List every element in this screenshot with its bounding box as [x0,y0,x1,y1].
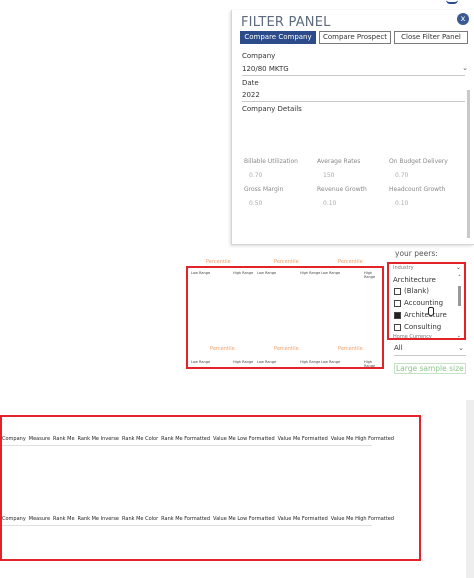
table-header-divider [2,525,372,526]
company-dropdown[interactable]: 120/80 MKTG [242,65,289,73]
metric-label: Gross Margin [244,186,284,193]
column-header[interactable]: Value Me Low Formatted [213,436,275,442]
close-icon[interactable]: x [457,13,469,25]
date-underline [242,101,465,102]
high-range-label: High Range [364,360,376,368]
metric-value: 0.10 [323,200,337,207]
company-label: Company [242,52,276,60]
data-table-panel: Company Measure Rank Me Rank Me Inverse … [0,415,421,561]
currency-underline [394,355,466,356]
high-range-label: High Range [364,271,376,279]
low-range-label: Low Range [321,271,341,275]
large-sample-badge: Large sample size [394,363,466,374]
low-range-label: Low Range [191,360,211,364]
industry-item-architecture[interactable]: Architecture [394,311,447,319]
column-header[interactable]: Rank Me Inverse [78,436,119,442]
tab-compare-company[interactable]: Compare Company [240,31,316,44]
checkbox-icon[interactable] [394,299,401,307]
checkbox-icon[interactable] [394,287,401,295]
percentile-label: Percentile [210,346,235,352]
home-currency-label: Home Currency [393,334,432,340]
background-panel [466,400,474,578]
filter-panel: FILTER PANEL x Compare Company Compare P… [231,10,474,245]
date-dropdown[interactable]: 2022 [242,91,260,99]
column-header[interactable]: Rank Me Formatted [161,436,210,442]
industry-header: Industry [393,265,414,271]
chevron-down-icon[interactable]: ⌄ [456,264,461,271]
industry-item-label: (Blank) [404,287,429,295]
industry-scrollbar[interactable] [458,286,461,306]
percentile-label: Percentile [274,259,299,265]
column-header[interactable]: Rank Me Color [122,436,158,442]
percentile-label: Percentile [338,259,363,265]
industry-item-label: Consulting [404,323,442,331]
percentile-panel: Percentile Percentile Percentile Low Ran… [186,259,384,369]
metric-value: 0.70 [395,172,409,179]
column-header[interactable]: Rank Me [53,516,74,522]
metric-label: Revenue Growth [317,186,367,193]
low-range-label: Low Range [257,271,277,275]
filter-panel-title: FILTER PANEL [241,15,331,30]
metric-label: On Budget Delivery [389,158,448,165]
metric-value: 0.10 [395,200,409,207]
metric-value: 0.50 [249,200,263,207]
close-filter-panel-button[interactable]: Close Filter Panel [394,31,468,44]
peers-text: your peers: [395,249,438,258]
currency-dropdown[interactable]: All [394,344,466,352]
metric-value: 150 [323,172,335,179]
tab-compare-prospect[interactable]: Compare Prospect [319,31,391,44]
filter-panel-tabs: Compare Company Compare Prospect Close F… [240,31,471,44]
column-header[interactable]: Measure [29,436,50,442]
metric-label: Billable Utilization [244,158,298,165]
checkbox-icon[interactable] [394,323,401,331]
column-header[interactable]: Rank Me Formatted [161,516,210,522]
column-header[interactable]: Value Me Low Formatted [213,516,275,522]
column-header[interactable]: Rank Me [53,436,74,442]
high-range-label: High Range [233,360,254,364]
industry-selected[interactable]: Architecture [393,276,436,284]
company-details-label: Company Details [242,105,302,113]
industry-item-label: Architecture [404,311,447,319]
table-header-row: Company Measure Rank Me Rank Me Inverse … [2,436,397,442]
table-header-divider [2,445,372,446]
column-header[interactable]: Value Me High Formatted [331,436,394,442]
column-header[interactable]: Company [2,436,26,442]
metric-value: 0.70 [249,172,263,179]
column-header[interactable]: Rank Me Color [122,516,158,522]
checkbox-checked-icon[interactable] [394,311,401,319]
chevron-down-icon[interactable]: ⌄ [457,333,461,338]
filter-panel-scrollbar[interactable] [467,90,470,238]
industry-item-label: Accounting [404,299,444,307]
column-header[interactable]: Value Me Formatted [278,436,328,442]
percentile-label: Percentile [274,346,299,352]
metric-label: Average Rates [317,158,361,165]
percentile-label: Percentile [338,346,363,352]
percentile-label: Percentile [206,259,231,265]
industry-slicer: Industry ⌄ Architecture ˆ (Blank) Accoun… [387,262,466,340]
industry-item-accounting[interactable]: Accounting [394,299,443,307]
decorative-arc [446,0,458,4]
hand-cursor-icon [428,307,434,316]
high-range-label: High Range [300,360,321,364]
table-header-row: Company Measure Rank Me Rank Me Inverse … [2,516,397,522]
chevron-down-icon[interactable]: ⌄ [458,344,464,352]
column-header[interactable]: Rank Me Inverse [78,516,119,522]
date-label: Date [242,79,259,87]
chevron-up-icon[interactable]: ˆ [458,275,461,282]
metric-label: Headcount Growth [389,186,446,193]
company-underline [242,75,465,76]
industry-item-consulting[interactable]: Consulting [394,323,441,331]
high-range-label: High Range [300,271,321,275]
high-range-label: High Range [233,271,254,275]
column-header[interactable]: Value Me Formatted [278,516,328,522]
industry-item-blank[interactable]: (Blank) [394,287,429,295]
low-range-label: Low Range [257,360,277,364]
low-range-label: Low Range [321,360,341,364]
column-header[interactable]: Value Me High Formatted [331,516,394,522]
column-header[interactable]: Company [2,516,26,522]
chevron-down-icon[interactable]: ⌄ [462,64,468,72]
low-range-label: Low Range [191,271,211,275]
column-header[interactable]: Measure [29,516,50,522]
